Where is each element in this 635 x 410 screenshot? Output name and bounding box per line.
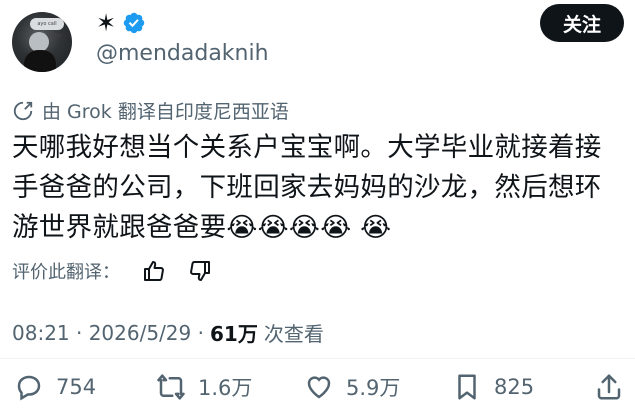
reply-icon	[17, 375, 41, 401]
thumbs-down-icon[interactable]	[188, 259, 212, 283]
divider	[0, 358, 635, 359]
avatar-caption: ayo call rebersenjos	[30, 18, 64, 39]
translate-icon	[13, 101, 33, 120]
like-button[interactable]: 5.9万	[304, 372, 400, 402]
like-count: 5.9万	[346, 376, 401, 400]
action-bar: 754 1.6万 5.9万 825	[14, 372, 626, 406]
views-count: 61万	[209, 322, 258, 346]
translation-note-text[interactable]: 由 Grok 翻译自印度尼西亚语	[42, 97, 289, 124]
repost-button[interactable]: 1.6万	[156, 372, 252, 402]
repost-count: 1.6万	[198, 376, 253, 400]
views-label: 次查看	[263, 322, 324, 346]
verified-badge-icon	[123, 12, 145, 34]
rate-translation-label: 评价此翻译：	[12, 262, 120, 283]
translation-note: 由 Grok 翻译自印度尼西亚语	[12, 97, 289, 124]
rate-translation-row: 评价此翻译：	[12, 258, 212, 284]
tweet-meta: 08:21 · 2026/5/29 · 61万 次查看	[12, 318, 324, 347]
bookmark-count: 825	[494, 375, 535, 399]
reply-count: 754	[56, 375, 97, 399]
follow-button[interactable]: 关注	[540, 4, 624, 42]
tweet-timestamp[interactable]: 08:21 · 2026/5/29 ·	[12, 321, 204, 345]
tweet-text: 天哪我好想当个关系户宝宝啊。大学毕业就接着接 手爸爸的公司，下班回家去妈妈的沙龙…	[12, 132, 602, 243]
avatar-face	[29, 32, 49, 52]
share-icon	[597, 374, 621, 400]
reply-button[interactable]: 754	[14, 372, 96, 402]
display-name[interactable]: ✶	[96, 9, 116, 37]
name-row: ✶	[96, 9, 146, 37]
repost-icon	[157, 374, 185, 400]
bookmark-icon	[458, 374, 476, 400]
thumbs-up-icon[interactable]	[142, 259, 166, 283]
user-handle[interactable]: @mendadaknih	[96, 41, 269, 66]
heart-icon	[307, 376, 331, 399]
avatar-body	[24, 50, 56, 72]
share-button[interactable]	[594, 372, 624, 402]
bookmark-button[interactable]: 825	[452, 372, 534, 402]
avatar[interactable]: ayo call rebersenjos	[12, 12, 72, 72]
